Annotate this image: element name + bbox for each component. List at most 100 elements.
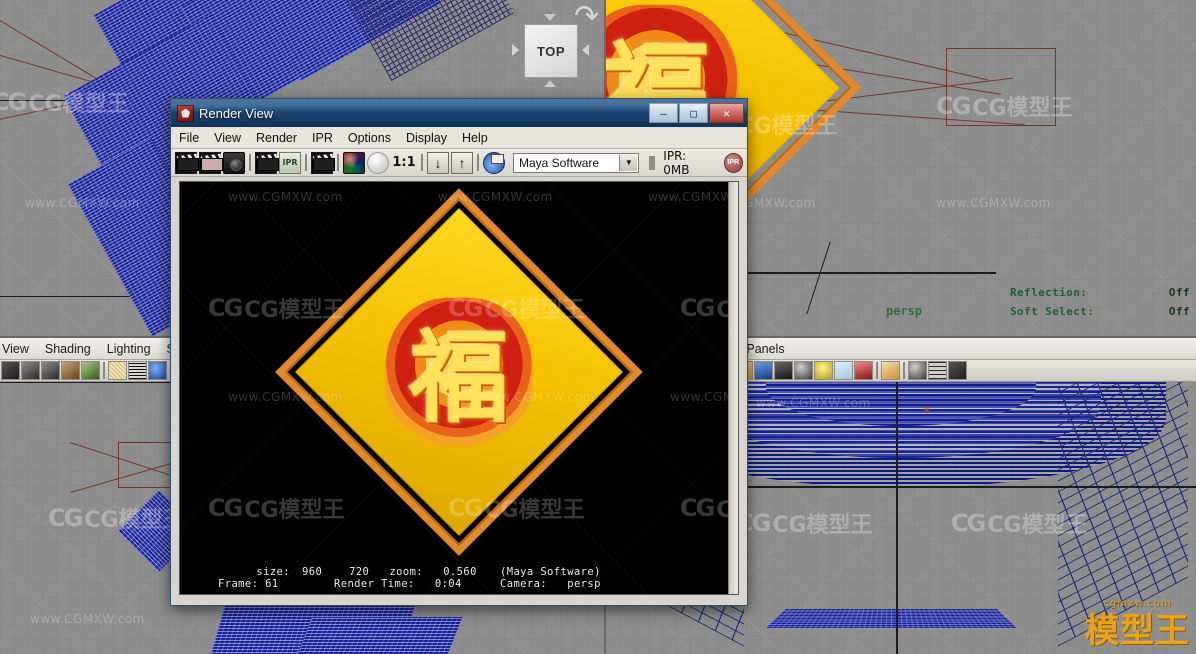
load-image-icon[interactable]: ↓ <box>427 151 449 174</box>
size-label: size: <box>256 566 290 578</box>
view-cube-arrow-down-icon[interactable] <box>544 80 556 87</box>
grid-axis-line <box>746 272 996 274</box>
brand-url: cgmxw.com <box>1103 598 1172 609</box>
grid-toggle-icon[interactable] <box>928 361 947 380</box>
show-subdiv-icon[interactable] <box>774 361 793 380</box>
render-view-scrollbar-vertical[interactable] <box>728 182 738 594</box>
render-stats: size: 960 720 zoom: 0.560 (Maya Software… <box>180 566 738 590</box>
display-render-settings-icon[interactable] <box>483 151 505 174</box>
grid-axis-line <box>896 382 898 654</box>
render-time-label: Render Time: <box>334 578 415 590</box>
minimize-button[interactable]: — <box>649 103 678 123</box>
watermark-chinese-text: CG模型王 <box>772 513 873 538</box>
view-cube-arrow-left-icon[interactable] <box>512 44 519 56</box>
menu-ipr[interactable]: IPR <box>312 131 333 145</box>
menu-help[interactable]: Help <box>462 131 488 145</box>
menu-view[interactable]: View <box>2 342 29 356</box>
window-controls[interactable]: — □ ✕ <box>649 103 744 123</box>
show-lights-icon[interactable] <box>814 361 833 380</box>
toolbar-separator <box>305 154 307 171</box>
show-polygons-icon[interactable] <box>754 361 773 380</box>
toolbar-separator <box>876 362 878 379</box>
menu-lighting[interactable]: Lighting <box>107 342 151 356</box>
maximize-button[interactable]: □ <box>679 103 708 123</box>
hud-reflection-label: Reflection: <box>1010 286 1088 299</box>
brand-name: 模型王 <box>1085 611 1190 651</box>
frame-info: Frame: 61 <box>180 578 290 590</box>
show-deformers-icon[interactable] <box>794 361 813 380</box>
ipr-render-icon[interactable] <box>255 151 279 174</box>
camera-frustum-rect <box>946 48 1056 126</box>
brand-logo: cgmxw.com 模型王 <box>1085 598 1190 652</box>
grid-axis-line <box>806 241 831 315</box>
refresh-ipr-icon[interactable]: IPR <box>279 151 301 174</box>
camera-settings-icon[interactable] <box>41 361 60 380</box>
light-marker-icon: ✳ <box>922 405 932 417</box>
camera-value: persp <box>567 578 601 590</box>
pixel-ratio-label[interactable]: 1:1 <box>391 152 417 174</box>
select-camera-icon[interactable] <box>1 361 20 380</box>
rgb-channel-icon[interactable] <box>343 151 365 174</box>
render-view-canvas-container[interactable]: 福 www.CGMXW.com www.CGMXW.com www.CGMXW.… <box>179 181 739 595</box>
menu-render[interactable]: Render <box>256 131 297 145</box>
size-height: 720 <box>349 566 370 578</box>
render-stats-row-2: Frame: 61 Render Time: 0:04 Camera: pers… <box>180 578 738 590</box>
wireframe-shading-icon[interactable] <box>108 361 127 380</box>
render-view-title: Render View <box>199 105 274 121</box>
snapshot-icon[interactable] <box>223 151 245 174</box>
zoom-value: 0.560 <box>443 566 477 578</box>
fu-character: 福 <box>409 318 509 437</box>
watermark-url: www.CGMXW.com <box>936 196 1051 210</box>
home-icon[interactable]: ⌂ <box>504 4 522 20</box>
menu-shading[interactable]: Shading <box>45 342 91 356</box>
rendered-fu-plaque: 福 <box>275 187 643 556</box>
render-view-menubar[interactable]: File View Render IPR Options Display Hel… <box>171 127 747 149</box>
render-view-window[interactable]: Render View — □ ✕ File View Render IPR O… <box>170 98 748 606</box>
view-cube-face-label[interactable]: TOP <box>524 24 578 78</box>
renderer-dropdown[interactable]: Maya Software ▼ <box>513 152 640 173</box>
redo-previous-render-icon[interactable] <box>199 151 223 174</box>
menu-display[interactable]: Display <box>406 131 447 145</box>
hud-soft-select-label: Soft Select: <box>1010 305 1095 318</box>
xray-joints-icon[interactable] <box>908 361 927 380</box>
save-image-icon[interactable]: ↑ <box>451 151 473 174</box>
render-current-frame-icon[interactable] <box>175 151 199 174</box>
paint-effects-icon[interactable] <box>948 361 967 380</box>
toolbar-separator <box>103 362 105 379</box>
render-view-canvas[interactable]: 福 www.CGMXW.com www.CGMXW.com www.CGMXW.… <box>180 182 738 594</box>
hardware-texturing-icon[interactable] <box>148 361 167 380</box>
chevron-down-icon[interactable]: ▼ <box>619 154 638 171</box>
size-values: 960 720 zoom: 0.560 <box>290 566 500 578</box>
image-plane-icon[interactable] <box>81 361 100 380</box>
menu-view[interactable]: View <box>214 131 241 145</box>
alpha-channel-icon[interactable] <box>367 151 389 174</box>
bookmark-icon[interactable] <box>61 361 80 380</box>
frame-label: Frame: <box>218 578 259 590</box>
rotate-arrow-icon[interactable]: ↷ <box>574 2 604 46</box>
render-view-toolbar[interactable]: IPR 1:1 ↓ ↑ Maya Software ▼ IPR: 0MB IPR <box>171 149 747 177</box>
menu-panels[interactable]: Panels <box>746 342 784 356</box>
pause-ipr-icon[interactable] <box>649 155 656 170</box>
camera-attributes-icon[interactable] <box>21 361 40 380</box>
show-joints-icon[interactable] <box>834 361 853 380</box>
toolbar-separator <box>903 362 905 379</box>
isolate-select-icon[interactable] <box>881 361 900 380</box>
watermark-url: www.CGMXW.com <box>30 612 145 626</box>
watermark-cg-text: CG <box>48 504 83 532</box>
menu-options[interactable]: Options <box>348 131 391 145</box>
render-view-titlebar[interactable]: Render View — □ ✕ <box>171 99 747 127</box>
smooth-shade-icon[interactable] <box>128 361 147 380</box>
show-ik-handles-icon[interactable] <box>854 361 873 380</box>
camera-frustum-rect <box>118 442 174 488</box>
watermark-cg-text: CG <box>0 88 27 116</box>
close-button[interactable]: ✕ <box>709 103 744 123</box>
hud-soft-select-value: Off <box>1168 305 1190 318</box>
view-cube-widget[interactable]: ⌂ ↷ TOP <box>500 0 604 87</box>
wireframe-mesh-base <box>765 609 1017 629</box>
maya-app-icon <box>177 104 194 122</box>
menu-file[interactable]: File <box>179 131 199 145</box>
view-cube-arrow-up-icon[interactable] <box>544 14 556 21</box>
render-region-icon[interactable] <box>311 151 335 174</box>
view-cube-arrow-right-icon[interactable] <box>582 44 589 56</box>
toolbar-separator <box>249 154 251 171</box>
